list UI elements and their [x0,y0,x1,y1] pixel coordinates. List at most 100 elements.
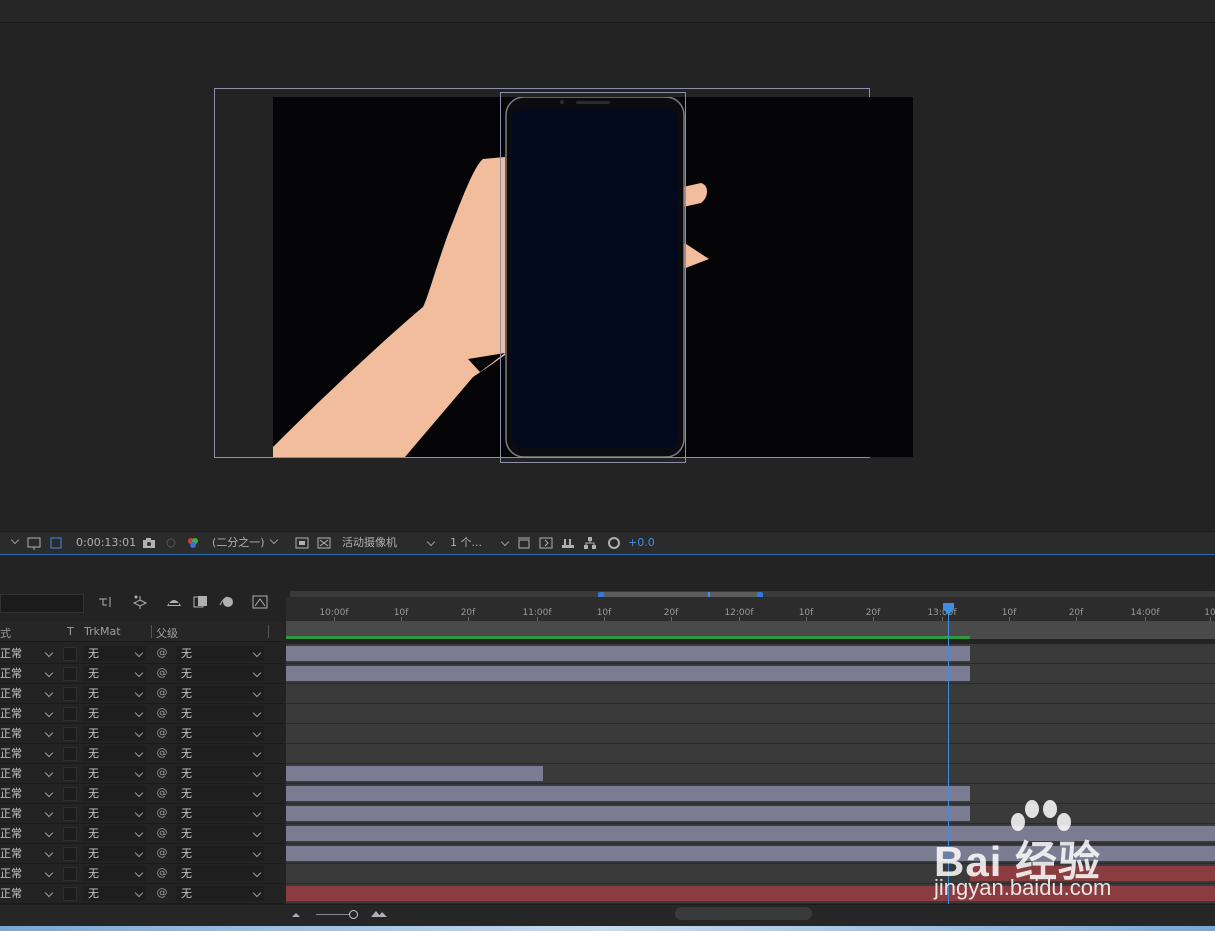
parent-pickwhip-icon[interactable]: @ [155,646,169,660]
track-matte-dropdown[interactable]: 无 [83,806,146,821]
zoom-slider-knob[interactable] [349,910,358,919]
layer-track[interactable] [286,744,1215,764]
preserve-transparency-checkbox[interactable] [63,847,77,861]
parent-dropdown[interactable]: 无 [176,886,264,901]
layer-duration-bar[interactable] [286,766,543,781]
parent-pickwhip-icon[interactable]: @ [155,806,169,820]
preserve-transparency-checkbox[interactable] [63,887,77,901]
magnification-dropdown[interactable] [6,535,20,551]
current-time-display[interactable]: 0:00:13:01 [76,535,136,551]
column-parent-header[interactable]: 父级 [156,625,178,641]
preserve-transparency-checkbox[interactable] [63,767,77,781]
timeline-icon[interactable] [561,536,575,550]
column-trkmat-header[interactable]: TrkMat [84,625,121,638]
track-matte-dropdown[interactable]: 无 [83,846,146,861]
blend-mode-dropdown[interactable]: 正常 [0,746,56,761]
parent-dropdown[interactable]: 无 [176,706,264,721]
layer-row[interactable]: 正常 无 @ 无 [0,704,1215,724]
layer-row[interactable]: 正常 无 @ 无 [0,684,1215,704]
blend-mode-dropdown[interactable]: 正常 [0,786,56,801]
layer-row[interactable]: 正常 无 @ 无 [0,744,1215,764]
reset-exposure-icon[interactable] [607,536,621,550]
preserve-transparency-checkbox[interactable] [63,687,77,701]
layer-search-input[interactable] [0,594,84,613]
preserve-transparency-checkbox[interactable] [63,747,77,761]
track-matte-dropdown[interactable]: 无 [83,786,146,801]
region-of-interest-icon[interactable] [27,536,41,550]
track-matte-dropdown[interactable]: 无 [83,706,146,721]
comp-flowchart-icon[interactable] [583,536,597,550]
track-matte-dropdown[interactable]: 无 [83,866,146,881]
preserve-transparency-checkbox[interactable] [63,787,77,801]
parent-pickwhip-icon[interactable]: @ [155,706,169,720]
snapshot-camera-icon[interactable] [142,536,156,550]
parent-pickwhip-icon[interactable]: @ [155,726,169,740]
track-matte-dropdown[interactable]: 无 [83,766,146,781]
track-matte-dropdown[interactable]: 无 [83,666,146,681]
parent-dropdown[interactable]: 无 [176,866,264,881]
layer-duration-bar[interactable] [286,646,970,661]
camera-dropdown[interactable]: 活动摄像机 [342,535,438,551]
blend-mode-dropdown[interactable]: 正常 [0,866,56,881]
layer-duration-bar[interactable] [286,786,970,801]
blend-mode-dropdown[interactable]: 正常 [0,726,56,741]
preserve-transparency-checkbox[interactable] [63,827,77,841]
views-layout-dropdown[interactable]: 1 个... [450,535,510,551]
show-snapshot-icon[interactable] [164,536,178,550]
column-t-header[interactable]: T [67,625,74,638]
column-mode-header[interactable]: 式 [0,625,11,641]
blend-mode-dropdown[interactable]: 正常 [0,766,56,781]
zoom-in-icon[interactable] [370,908,388,921]
track-matte-dropdown[interactable]: 无 [83,686,146,701]
parent-dropdown[interactable]: 无 [176,666,264,681]
preserve-transparency-checkbox[interactable] [63,867,77,881]
layer-row[interactable]: 正常 无 @ 无 [0,644,1215,664]
track-matte-dropdown[interactable]: 无 [83,826,146,841]
toggle-transparency-icon[interactable] [317,536,331,550]
frame-blending-icon[interactable] [193,595,209,612]
preserve-transparency-checkbox[interactable] [63,807,77,821]
parent-pickwhip-icon[interactable]: @ [155,666,169,680]
parent-pickwhip-icon[interactable]: @ [155,826,169,840]
zoom-out-icon[interactable] [291,909,301,922]
layer-row[interactable]: 正常 无 @ 无 [0,724,1215,744]
graph-editor-icon[interactable] [252,595,268,612]
hide-shy-layers-icon[interactable] [166,596,182,611]
blend-mode-dropdown[interactable]: 正常 [0,886,56,901]
blend-mode-dropdown[interactable]: 正常 [0,646,56,661]
layer-track[interactable] [286,704,1215,724]
track-matte-dropdown[interactable]: 无 [83,746,146,761]
blend-mode-dropdown[interactable]: 正常 [0,826,56,841]
resolution-dropdown[interactable]: (二分之一) [212,535,278,551]
exposure-value[interactable]: +0.0 [628,535,655,551]
layer-duration-bar[interactable] [286,666,970,681]
preserve-transparency-checkbox[interactable] [63,727,77,741]
layer-track[interactable] [286,684,1215,704]
parent-pickwhip-icon[interactable]: @ [155,746,169,760]
horizontal-scrollbar[interactable] [675,907,812,920]
blend-mode-dropdown[interactable]: 正常 [0,666,56,681]
blend-mode-dropdown[interactable]: 正常 [0,686,56,701]
color-channels-icon[interactable] [186,536,200,550]
parent-pickwhip-icon[interactable]: @ [155,686,169,700]
motion-blur-icon[interactable] [219,595,235,612]
selected-layer-bounds[interactable] [500,92,686,463]
parent-pickwhip-icon[interactable]: @ [155,866,169,880]
draft-3d-icon[interactable] [132,594,150,613]
parent-pickwhip-icon[interactable]: @ [155,846,169,860]
parent-dropdown[interactable]: 无 [176,766,264,781]
transparency-grid-icon[interactable] [49,536,63,550]
track-matte-dropdown[interactable]: 无 [83,646,146,661]
blend-mode-dropdown[interactable]: 正常 [0,806,56,821]
preserve-transparency-checkbox[interactable] [63,667,77,681]
current-time-indicator-icon[interactable] [943,603,954,615]
track-matte-dropdown[interactable]: 无 [83,726,146,741]
parent-dropdown[interactable]: 无 [176,786,264,801]
blend-mode-dropdown[interactable]: 正常 [0,846,56,861]
layer-duration-bar[interactable] [286,806,970,821]
parent-pickwhip-icon[interactable]: @ [155,886,169,900]
fast-previews-icon[interactable] [539,536,553,550]
toggle-pixel-aspect-icon[interactable] [517,536,531,550]
comp-mini-flowchart-icon[interactable] [98,595,116,612]
parent-dropdown[interactable]: 无 [176,826,264,841]
